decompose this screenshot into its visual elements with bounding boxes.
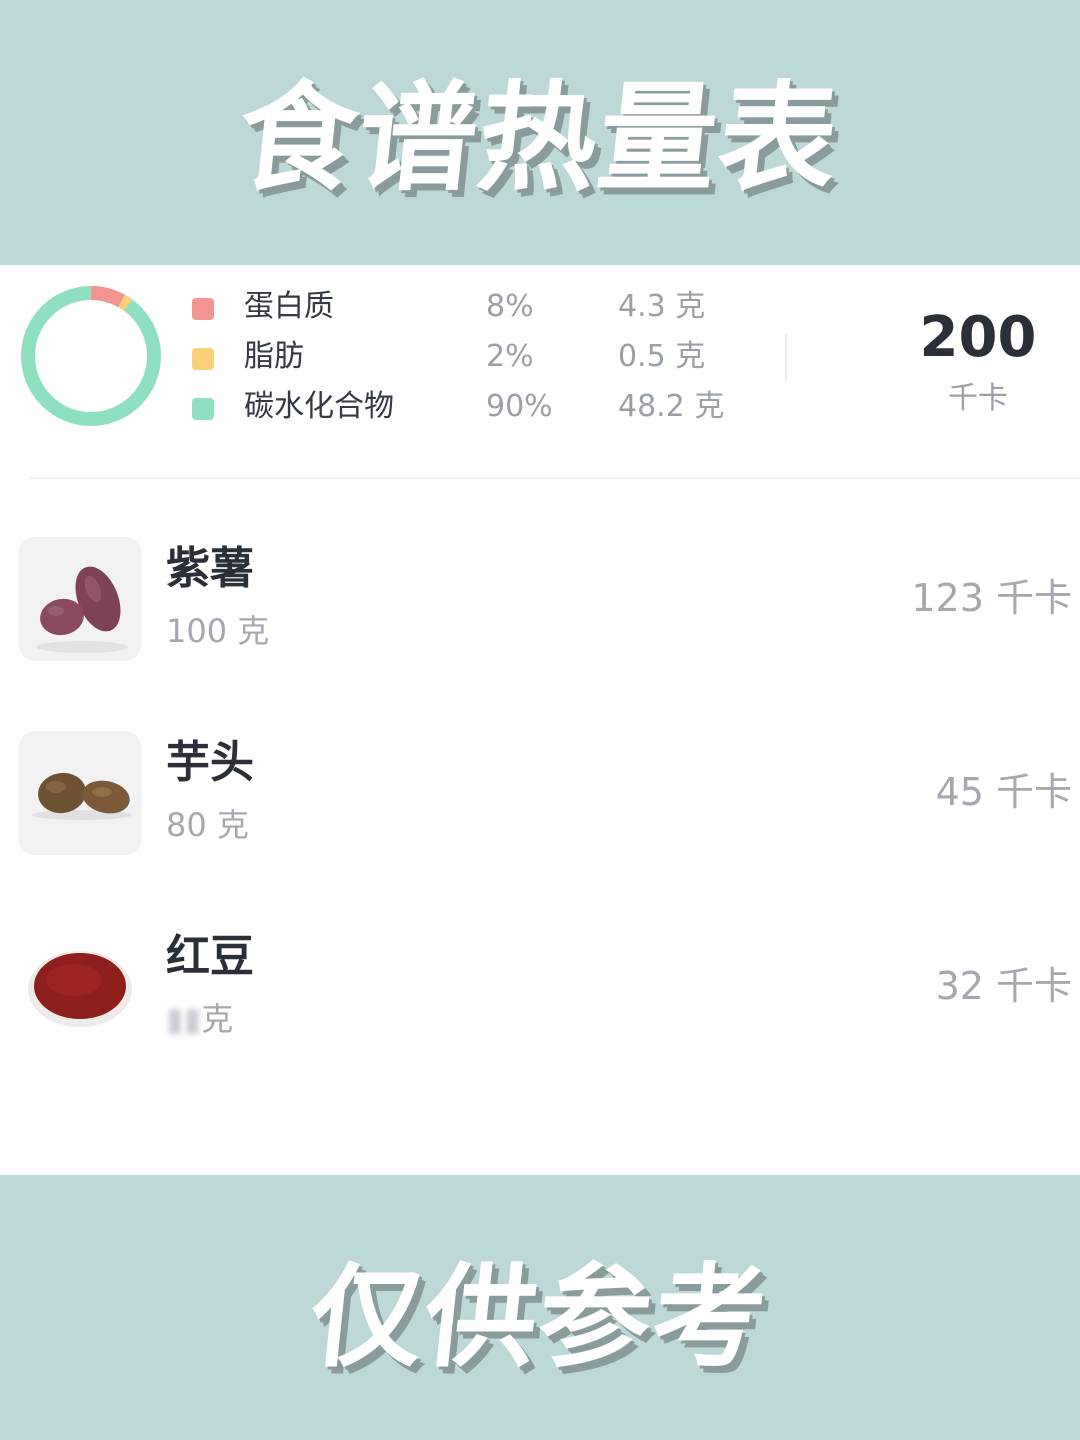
nutrient-name: 碳水化合物	[244, 389, 394, 424]
footer-title: 仅供参考	[304, 1252, 774, 1383]
food-weight: ▮▮克	[166, 997, 233, 1041]
nutrient-row-fat: 脂肪 2% 0.5 克	[192, 337, 752, 377]
carbs-dot	[192, 398, 214, 420]
nutrition-summary: 蛋白质 8% 4.3 克 脂肪 2% 0.5 克 碳水化合物 90% 48.2 …	[0, 265, 1080, 477]
fat-dot	[192, 348, 214, 370]
food-name: 红豆	[166, 931, 254, 982]
nutrient-amount: 0.5 克	[618, 339, 706, 374]
food-calories: 45 千卡	[935, 770, 1072, 814]
food-weight: 100 克	[166, 612, 270, 650]
food-name: 紫薯	[166, 543, 254, 594]
donut-carbs-arc	[21, 286, 161, 426]
food-weight: 80 克	[166, 806, 249, 844]
footer-banner: 仅供参考	[0, 1175, 1080, 1440]
taro-icon	[18, 731, 142, 855]
redacted-weight-value: ▮▮	[166, 1000, 202, 1038]
nutrient-amount: 4.3 克	[618, 289, 706, 324]
red-beans-icon	[18, 925, 142, 1049]
header-banner: 食谱热量表	[0, 0, 1080, 265]
total-calories-unit: 千卡	[948, 381, 1008, 416]
purple-sweet-potato-icon	[18, 537, 142, 661]
food-item-red-beans[interactable]: 红豆 ▮▮克 32 千卡	[0, 925, 1080, 1049]
nutrient-percent: 2%	[486, 339, 534, 374]
food-name: 芋头	[166, 737, 254, 788]
nutrient-name: 脂肪	[244, 339, 304, 374]
protein-dot	[192, 298, 214, 320]
food-weight-unit: 克	[201, 1000, 234, 1038]
food-calories: 123 千卡	[911, 576, 1072, 620]
food-item-purple-sweet-potato[interactable]: 紫薯 100 克 123 千卡	[0, 537, 1080, 661]
macro-donut-chart	[21, 285, 161, 426]
summary-divider	[785, 333, 787, 381]
nutrient-amount: 48.2 克	[618, 389, 725, 424]
section-divider	[30, 477, 1080, 479]
nutrient-percent: 90%	[486, 389, 553, 424]
donut-fat-arc	[21, 285, 161, 426]
header-title: 食谱热量表	[231, 69, 847, 207]
food-item-taro[interactable]: 芋头 80 克 45 千卡	[0, 731, 1080, 855]
nutrient-row-carbs: 碳水化合物 90% 48.2 克	[192, 387, 752, 427]
nutrient-row-protein: 蛋白质 8% 4.3 克	[192, 287, 752, 327]
total-calories: 200	[919, 305, 1037, 370]
nutrient-name: 蛋白质	[244, 289, 334, 324]
food-calories: 32 千卡	[935, 964, 1072, 1008]
nutrient-percent: 8%	[486, 289, 534, 324]
